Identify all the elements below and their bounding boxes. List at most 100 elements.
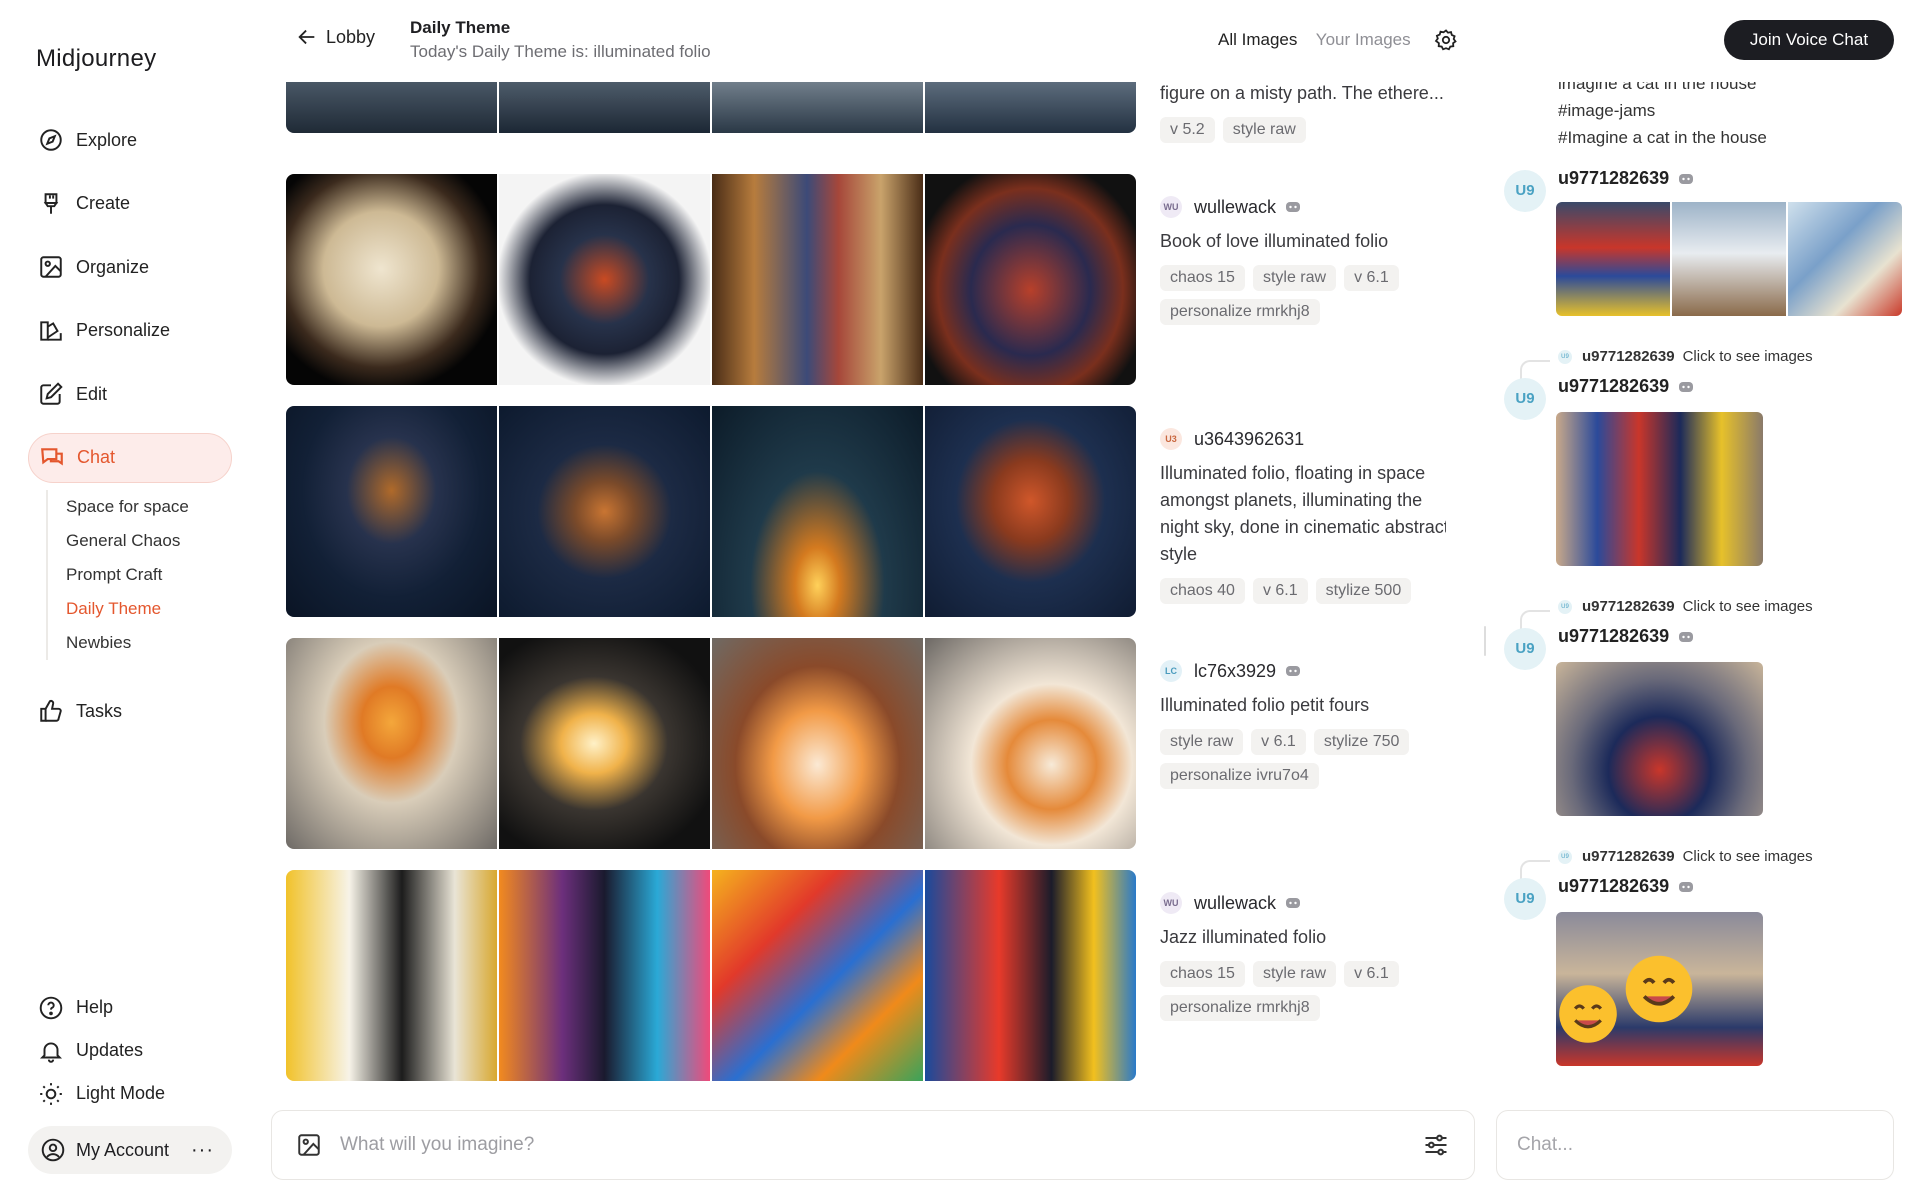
param-tag[interactable]: style raw [1222,117,1306,143]
param-tag[interactable]: chaos 15 [1160,265,1245,291]
discord-icon [1286,898,1301,908]
avatar[interactable]: U9 [1504,878,1546,920]
feed-image[interactable] [712,174,923,385]
feed-image[interactable] [286,638,497,849]
feed-image[interactable] [925,638,1136,849]
post-tags: style raw v 6.1 stylize 750 personalize … [1160,729,1446,789]
param-tag[interactable]: v 5.2 [1160,117,1215,143]
feed-image[interactable] [286,870,497,1081]
chat-image[interactable] [1788,202,1902,316]
feed-image[interactable] [286,174,497,385]
feed-image[interactable] [925,406,1136,617]
back-to-lobby-button[interactable]: Lobby [296,26,375,48]
avatar[interactable]: U9 [1504,170,1546,212]
chat-image[interactable] [1556,412,1763,566]
chat-input[interactable] [1517,1134,1867,1156]
username: wullewack [1194,196,1277,217]
param-tag[interactable]: style raw [1160,729,1244,755]
nav-edit[interactable]: Edit [28,369,232,419]
avatar[interactable]: U9 [1504,378,1546,420]
nav-chat[interactable]: Chat [28,432,232,483]
more-options-icon[interactable]: ··· [191,1139,214,1162]
user-circle-icon [41,1138,65,1162]
param-tag[interactable]: personalize rmrkhj8 [1160,299,1320,325]
nav-organize[interactable]: Organize [28,242,232,292]
imagine-input[interactable] [340,1134,1340,1156]
sun-icon [40,1082,62,1105]
post-tags: chaos 15 style raw v 6.1 personalize rmr… [1160,961,1446,1021]
param-tag[interactable]: v 6.1 [1344,265,1399,291]
reply-reference[interactable]: U9 u9771282639 Click to see images [1558,848,1813,865]
gear-icon[interactable] [1434,28,1458,52]
feed-image[interactable] [712,406,923,617]
post-author[interactable]: WU wullewack [1160,192,1446,222]
reply-reference[interactable]: U9 u9771282639 Click to see images [1558,598,1813,615]
filter-all-images[interactable]: All Images [1218,30,1297,49]
chat-username[interactable]: u9771282639 [1558,168,1694,189]
feed-image[interactable] [499,174,710,385]
chat-scrollbar[interactable] [1484,626,1486,656]
feed-image[interactable] [499,406,710,617]
chat-image[interactable] [1556,912,1763,1066]
sidebar: Midjourney Explore Create Organize Perso… [0,0,258,1200]
chat-image[interactable] [1556,662,1763,816]
nav-updates[interactable]: Updates [28,1029,232,1072]
filter-your-images[interactable]: Your Images [1316,30,1411,49]
nav-help[interactable]: Help [28,986,232,1029]
chat-message-line: #image-jams [1558,101,1656,120]
chat-image[interactable] [1556,202,1670,316]
param-tag[interactable]: personalize ivru7o4 [1160,763,1319,789]
nav-light-mode[interactable]: Light Mode [28,1072,232,1115]
channel-newbies[interactable]: Newbies [66,626,232,660]
param-tag[interactable]: style raw [1252,265,1337,291]
channel-prompt-craft[interactable]: Prompt Craft [66,558,232,592]
compass-icon [40,129,62,151]
nav-explore[interactable]: Explore [28,115,232,165]
post-meta: WU wullewack Book of love illuminated fo… [1160,192,1446,325]
palette-icon [40,320,62,341]
chat-image[interactable] [1672,202,1786,316]
param-tag[interactable]: stylize 750 [1313,729,1410,755]
account-button[interactable]: My Account ··· [28,1126,232,1174]
brand-logo[interactable]: Midjourney [36,45,156,73]
reply-username: u9771282639 [1582,598,1675,615]
chat-username[interactable]: u9771282639 [1558,876,1694,897]
param-tag[interactable]: personalize rmrkhj8 [1160,995,1320,1021]
nav-tasks[interactable]: Tasks [28,686,232,736]
channel-subtitle: Today's Daily Theme is: illuminated foli… [410,42,711,61]
post-author[interactable]: U3 u3643962631 [1160,424,1446,454]
param-tag[interactable]: style raw [1252,961,1337,987]
chat-panel: imagine a cat in the house #image-jams #… [1480,60,1920,1100]
chat-image-grid[interactable] [1556,202,1902,316]
param-tag[interactable]: v 6.1 [1252,578,1308,604]
channel-general-chaos[interactable]: General Chaos [66,524,232,558]
nav-updates-label: Updates [76,1040,144,1060]
join-voice-chat-button[interactable]: Join Voice Chat [1724,20,1894,60]
nav-create[interactable]: Create [28,179,232,229]
post-author[interactable]: WU wullewack [1160,888,1446,918]
channel-daily-theme[interactable]: Daily Theme [66,592,232,626]
feed-image[interactable] [499,638,710,849]
image-upload-icon[interactable] [296,1132,322,1158]
chat-username[interactable]: u9771282639 [1558,376,1694,397]
param-tag[interactable]: v 6.1 [1251,729,1306,755]
avatar[interactable]: U9 [1504,628,1546,670]
feed-image[interactable] [925,870,1136,1081]
feed-image[interactable] [712,870,923,1081]
feed-image[interactable] [712,638,923,849]
feed-image[interactable] [286,406,497,617]
sliders-icon[interactable] [1422,1131,1450,1159]
reply-reference[interactable]: U9 u9771282639 Click to see images [1558,348,1813,365]
feed-image[interactable] [925,174,1136,385]
chat-username-text: u9771282639 [1558,376,1670,396]
post-author[interactable]: LC lc76x3929 [1160,656,1446,686]
param-tag[interactable]: chaos 15 [1160,961,1245,987]
nav-personalize[interactable]: Personalize [28,306,232,356]
param-tag[interactable]: stylize 500 [1315,578,1412,604]
channel-space-for-space[interactable]: Space for space [66,490,232,524]
post-meta: LC lc76x3929 Illuminated folio petit fou… [1160,656,1446,789]
param-tag[interactable]: v 6.1 [1344,961,1399,987]
feed-image[interactable] [499,870,710,1081]
chat-username[interactable]: u9771282639 [1558,626,1694,647]
param-tag[interactable]: chaos 40 [1160,578,1245,604]
